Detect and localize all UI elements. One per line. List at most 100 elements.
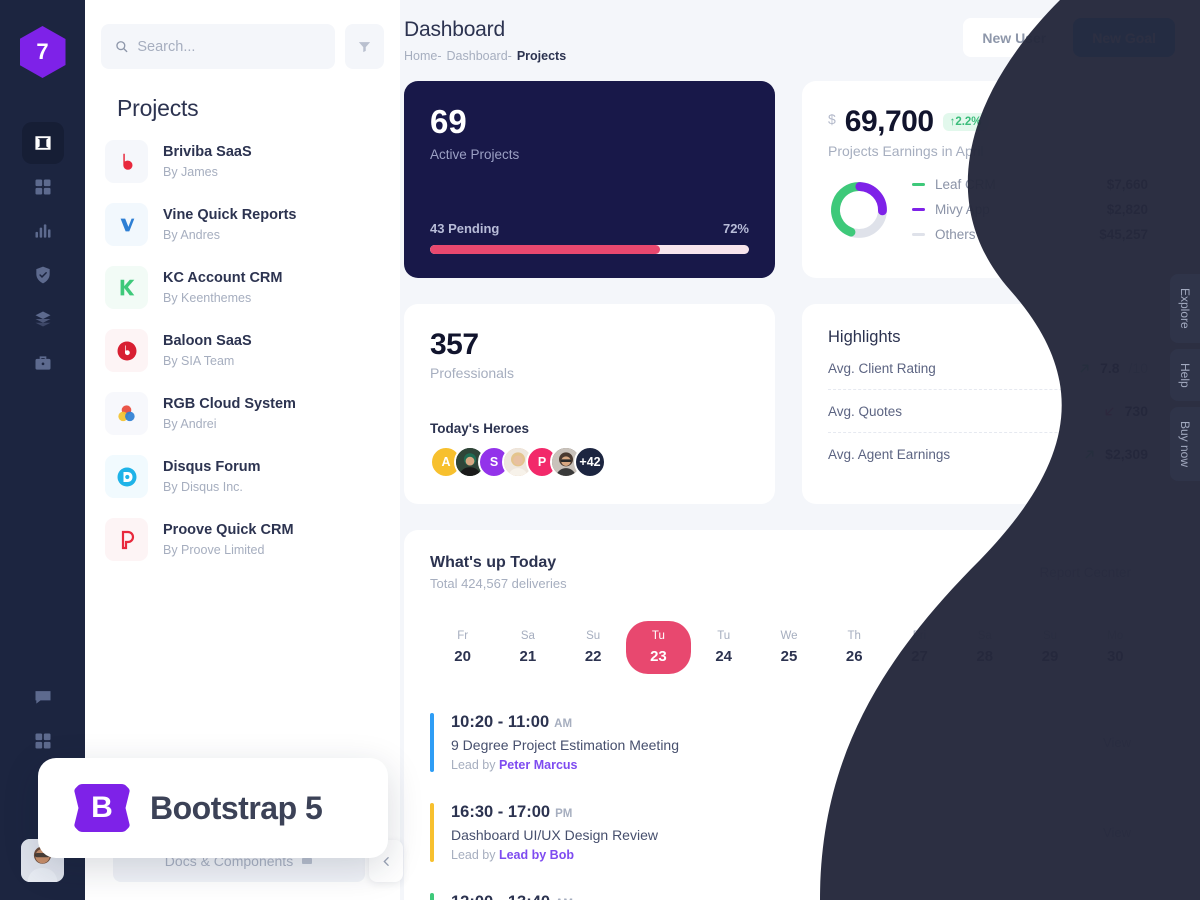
kc-icon (120, 279, 134, 295)
date-dow: Su (1042, 630, 1058, 642)
event-row: 16:30 - 17:00 PM Dashboard UI/UX Design R… (430, 794, 1148, 884)
rail-item-grid[interactable] (22, 166, 64, 208)
project-owner: By Andres (163, 227, 220, 242)
briefcase-icon (35, 356, 50, 370)
project-logo (105, 392, 148, 435)
legend-swatch (912, 233, 925, 236)
legend-item: Mivy App (912, 202, 996, 217)
event-lead-prefix: Lead by (451, 758, 496, 772)
project-logo (105, 140, 148, 183)
side-tab-buy-now[interactable]: Buy now (1170, 407, 1200, 482)
search-input[interactable] (137, 38, 321, 55)
projects-list: Briviba SaaS By James Vine Quick Reports… (85, 130, 400, 571)
date-num: 24 (715, 648, 733, 665)
avatar-initial: A (441, 455, 451, 469)
date-chip[interactable]: Sa 28 (952, 621, 1017, 674)
list-item[interactable]: KC Account CRM By Keenthemes (105, 256, 400, 319)
date-chip[interactable]: Tu 24 (691, 621, 756, 674)
side-tab-help[interactable]: Help (1170, 348, 1200, 402)
project-name: Proove Quick CRM (163, 521, 294, 538)
rail-item-cube[interactable] (21, 122, 64, 164)
page-title: Dashboard (404, 18, 505, 41)
legend-label: Others (935, 227, 976, 242)
earnings-top: $ 69,700 ↑2.2% (828, 105, 1148, 139)
layers-icon (35, 311, 50, 327)
date-num: 27 (911, 648, 928, 665)
whats-up-today-card: What's up Today Total 424,567 deliveries… (404, 530, 1174, 900)
date-num: 25 (780, 648, 798, 665)
legend-item: Leaf CRM (912, 177, 996, 192)
project-owner: By Proove Limited (163, 542, 265, 557)
events-list: 10:20 - 11:00 AM 9 Degree Project Estimat… (430, 704, 1148, 900)
date-chip[interactable]: Sa 21 (495, 621, 560, 674)
bootstrap-badge: B Bootstrap 5 (38, 758, 388, 858)
date-chip[interactable]: We 25 (756, 621, 821, 674)
event-ampm: AM (554, 718, 573, 730)
list-item[interactable]: Baloon SaaS By SIA Team (105, 319, 400, 382)
list-item[interactable]: Proove Quick CRM By Proove Limited (105, 508, 400, 571)
highlight-value-group: 730 (1103, 403, 1148, 419)
event-lead-name[interactable]: Lead by Bob (499, 848, 574, 862)
pending-label: 43 Pending (430, 221, 500, 236)
date-chip[interactable]: Th 26 (822, 621, 887, 674)
view-button[interactable]: View (1086, 725, 1148, 760)
active-projects-card: 69 Active Projects 43 Pending 72% (404, 81, 775, 278)
date-num: 30 (1106, 648, 1124, 665)
legend-label: Leaf CRM (935, 177, 996, 192)
whats-up-titles: What's up Today Total 424,567 deliveries (430, 554, 567, 591)
avatar-overflow-count: +42 (579, 455, 601, 469)
filter-button[interactable] (345, 24, 384, 69)
list-item[interactable]: Vine Quick Reports By Andres (105, 193, 400, 256)
avatar-initial: P (537, 455, 547, 469)
date-chip[interactable]: Su 22 (561, 621, 626, 674)
breadcrumb-item-home[interactable]: Home- (404, 49, 442, 63)
highlight-label: Avg. Client Rating (828, 360, 936, 376)
view-button[interactable]: View (1086, 815, 1148, 850)
project-name: Vine Quick Reports (163, 206, 297, 223)
breadcrumb-item-dashboard[interactable]: Dashboard- (447, 49, 512, 63)
report-center-button[interactable]: Report Cecnter (1022, 554, 1148, 590)
date-chip-selected[interactable]: Tu 23 (625, 621, 692, 674)
search-box[interactable] (101, 24, 335, 69)
filter-icon (358, 42, 371, 53)
rail-item-security[interactable] (22, 254, 64, 296)
event-lead: Lead by Peter Marcus (451, 758, 679, 772)
app-logo[interactable]: 7 (19, 26, 66, 78)
date-chip[interactable]: Mo 30 (1083, 621, 1148, 674)
rail-item-analytics[interactable] (22, 210, 64, 252)
highlight-row: Avg. Agent Earnings $2,309 (828, 433, 1148, 475)
list-item[interactable]: Briviba SaaS By James (105, 130, 400, 193)
list-item[interactable]: RGB Cloud System By Andrei (105, 382, 400, 445)
breadcrumb-item-projects: Projects (516, 49, 567, 63)
date-strip: Fr 20 Sa 21 Su 22 Tu 23 Tu 24 We 25 Th 26 Fri 27… (430, 621, 1148, 674)
avatar-initial: S (489, 455, 499, 469)
trend-up-icon (1080, 364, 1089, 372)
side-tab-explore[interactable]: Explore (1170, 274, 1200, 343)
date-dow: Fr (457, 630, 469, 642)
view-button[interactable]: View (1086, 896, 1148, 900)
date-chip[interactable]: Su 29 (1017, 621, 1082, 674)
event-lead: Lead by Lead by Bob (451, 848, 658, 862)
shield-check-icon (35, 266, 50, 284)
active-projects-label: Active Projects (430, 146, 520, 162)
avatar-overflow[interactable]: +42 (574, 446, 606, 478)
list-item[interactable]: Disqus Forum By Disqus Inc. (105, 445, 400, 508)
vine-icon (120, 218, 134, 231)
rail-item-layers[interactable] (22, 298, 64, 340)
rail-item-apps[interactable] (22, 720, 64, 762)
app-root: 7 Search... Projects Briviba SaaS By Jam… (0, 0, 1200, 900)
new-goal-button[interactable]: New Goal (1073, 18, 1175, 57)
proove-icon (121, 530, 134, 549)
new-user-button[interactable]: New User (963, 18, 1066, 57)
rail-item-chat[interactable] (22, 676, 64, 718)
date-chip[interactable]: Fri 27 (887, 621, 952, 674)
earnings-body: Leaf CRM Mivy App Others $7,660 $2,820 $… (828, 177, 1148, 242)
bootstrap-badge-label: Bootstrap 5 (150, 789, 323, 826)
legend-item: Others (912, 227, 996, 242)
rail-item-briefcase[interactable] (22, 342, 64, 384)
date-chip[interactable]: Fr 20 (430, 621, 495, 674)
grid-icon (35, 179, 50, 195)
event-lead-name[interactable]: Peter Marcus (499, 758, 578, 772)
legend-swatch (912, 208, 925, 211)
earnings-legend: Leaf CRM Mivy App Others (912, 177, 996, 242)
